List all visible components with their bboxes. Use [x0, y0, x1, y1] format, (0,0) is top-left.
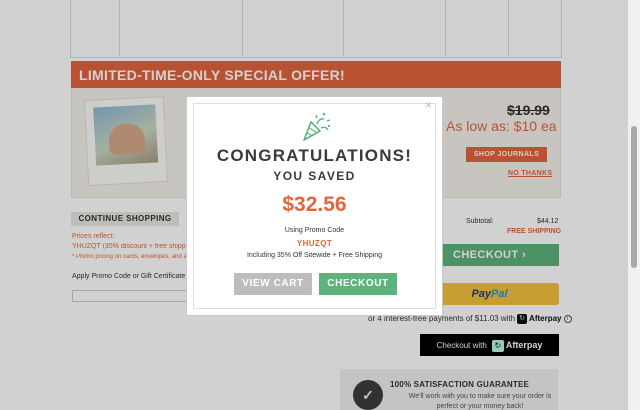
promo-description: Including 35% Off Sitewide + Free Shippi…: [246, 252, 383, 259]
party-popper-icon: [303, 112, 331, 141]
view-cart-button[interactable]: VIEW CART: [234, 273, 312, 295]
promo-code: YHUZQT: [296, 239, 333, 248]
modal-subtitle: YOU SAVED: [273, 169, 356, 183]
modal-title: CONGRATULATIONS!: [216, 146, 413, 165]
using-promo-label: Using Promo Code: [284, 227, 345, 234]
close-icon[interactable]: ×: [425, 98, 432, 112]
scrollbar-thumb[interactable]: [631, 126, 637, 268]
scrollbar[interactable]: [628, 0, 640, 410]
saved-amount: $32.56: [282, 193, 347, 216]
modal-checkout-button[interactable]: CHECKOUT: [319, 273, 397, 295]
